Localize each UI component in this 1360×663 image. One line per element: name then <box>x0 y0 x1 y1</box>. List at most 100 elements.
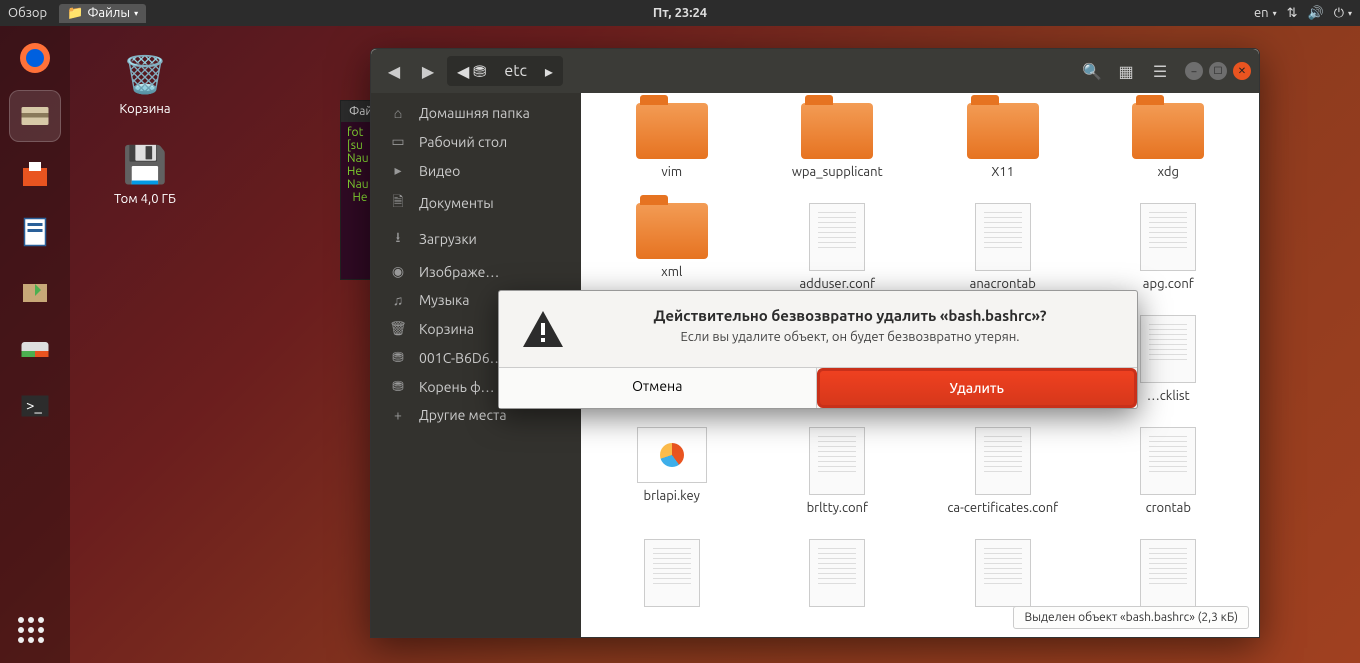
path-root-icon[interactable]: ◀ ⛃ <box>451 62 492 81</box>
file-item[interactable] <box>1092 539 1246 613</box>
files-app-menu[interactable]: 📁 Файлы ▾ <box>59 4 146 23</box>
input-source[interactable]: en▾ <box>1254 6 1277 20</box>
file-icon <box>975 203 1031 271</box>
sidebar-icon: ▸ <box>389 162 407 179</box>
sidebar-label: Изображе… <box>419 264 499 280</box>
file-item[interactable]: ca-certificates.conf <box>926 427 1080 515</box>
firefox-launcher[interactable] <box>9 32 61 84</box>
clock[interactable]: Пт, 23:24 <box>653 6 707 20</box>
folder-icon <box>1132 103 1204 159</box>
folder-icon: 📁 <box>67 6 83 21</box>
file-item[interactable]: adduser.conf <box>761 203 915 291</box>
software-launcher[interactable] <box>9 148 61 200</box>
sidebar-icon: 🗎 <box>389 191 407 215</box>
sidebar-icon: ⛃ <box>389 349 407 366</box>
sidebar-label: 001C-B6D6… <box>419 350 504 366</box>
sidebar-item-0[interactable]: ⌂Домашняя папка <box>371 99 581 127</box>
search-button[interactable]: 🔍 <box>1077 56 1107 86</box>
disks-launcher[interactable] <box>9 322 61 374</box>
sidebar-item-1[interactable]: ▭Рабочий стол <box>371 127 581 156</box>
chevron-right-icon: ▸ <box>539 62 559 81</box>
desktop-usb[interactable]: 💾 Том 4,0 ГБ <box>100 140 190 206</box>
volume-icon[interactable]: 🔊 <box>1308 6 1324 21</box>
desktop-trash[interactable]: 🗑️ Корзина <box>100 50 190 116</box>
file-item[interactable]: X11 <box>926 103 1080 179</box>
activities-button[interactable]: Обзор <box>8 6 47 20</box>
file-icon <box>975 427 1031 495</box>
sidebar-label: Рабочий стол <box>419 134 507 150</box>
file-item[interactable]: xdg <box>1092 103 1246 179</box>
view-toggle-button[interactable]: ▦ <box>1111 56 1141 86</box>
sidebar-item-4[interactable]: ⭳Загрузки <box>371 221 581 257</box>
file-item[interactable]: brltty.conf <box>761 427 915 515</box>
file-item[interactable]: xml <box>595 203 749 291</box>
dialog-title: Действительно безвозвратно удалить «bash… <box>583 307 1117 324</box>
package-launcher[interactable] <box>9 264 61 316</box>
file-item[interactable]: vim <box>595 103 749 179</box>
file-item[interactable] <box>595 539 749 613</box>
sidebar-label: Загрузки <box>419 231 477 247</box>
sidebar-label: Другие места <box>419 407 507 423</box>
maximize-button[interactable]: ☐ <box>1209 62 1227 80</box>
usb-label: Том 4,0 ГБ <box>100 192 190 206</box>
power-icon[interactable]: ⏻▾ <box>1334 6 1352 21</box>
sidebar-label: Музыка <box>419 292 469 308</box>
warning-icon <box>519 307 567 355</box>
sidebar-icon: ♫ <box>389 292 407 308</box>
presentation-icon <box>637 427 707 483</box>
cancel-button[interactable]: Отмена <box>499 368 817 408</box>
sidebar-item-2[interactable]: ▸ Видео <box>371 156 581 185</box>
sidebar-item-5[interactable]: ◉ Изображе… <box>371 257 581 286</box>
file-icon <box>1140 315 1196 383</box>
folder-icon <box>636 203 708 259</box>
writer-launcher[interactable] <box>9 206 61 258</box>
chevron-down-icon: ▾ <box>134 9 138 18</box>
terminal-launcher[interactable]: >_ <box>9 380 61 432</box>
file-label: anacrontab <box>926 277 1080 291</box>
file-label: vim <box>595 165 749 179</box>
file-item[interactable]: anacrontab <box>926 203 1080 291</box>
file-icon <box>809 203 865 271</box>
show-apps-button[interactable] <box>18 617 52 651</box>
file-item[interactable] <box>761 539 915 613</box>
file-label: xml <box>595 265 749 279</box>
trash-icon: 🗑️ <box>121 50 169 98</box>
path-bar[interactable]: ◀ ⛃ etc ▸ <box>447 56 563 86</box>
sidebar-label: Корзина <box>419 321 474 337</box>
hamburger-menu-button[interactable]: ☰ <box>1145 56 1175 86</box>
delete-button[interactable]: Удалить <box>819 370 1136 406</box>
minimize-button[interactable]: – <box>1185 62 1203 80</box>
file-label: brltty.conf <box>761 501 915 515</box>
sidebar-item-3[interactable]: 🗎Документы <box>371 185 581 221</box>
file-icon <box>1140 427 1196 495</box>
sidebar-icon: ⌂ <box>389 105 407 121</box>
file-item[interactable] <box>926 539 1080 613</box>
nav-forward-button[interactable]: ▶ <box>413 56 443 86</box>
files-launcher[interactable] <box>9 90 61 142</box>
sidebar-icon: + <box>389 407 407 423</box>
sidebar-icon: ◉ <box>389 263 407 280</box>
network-icon[interactable]: ⇅ <box>1287 6 1298 21</box>
file-label: crontab <box>1092 501 1246 515</box>
file-label: wpa_supplicant <box>761 165 915 179</box>
usb-icon: 💾 <box>121 140 169 188</box>
nav-back-button[interactable]: ◀ <box>379 56 409 86</box>
trash-label: Корзина <box>100 102 190 116</box>
top-panel: Обзор 📁 Файлы ▾ Пт, 23:24 en▾ ⇅ 🔊 ⏻▾ <box>0 0 1360 26</box>
folder-icon <box>636 103 708 159</box>
file-item[interactable]: apg.conf <box>1092 203 1246 291</box>
sidebar-label: Видео <box>419 163 460 179</box>
sidebar-label: Корень ф… <box>419 379 495 395</box>
file-label: ca-certificates.conf <box>926 501 1080 515</box>
file-item[interactable]: wpa_supplicant <box>761 103 915 179</box>
file-item[interactable]: brlapi.key <box>595 427 749 515</box>
file-label: adduser.conf <box>761 277 915 291</box>
file-item[interactable]: crontab <box>1092 427 1246 515</box>
file-icon <box>1140 539 1196 607</box>
sidebar-icon: 🗑 <box>389 320 407 337</box>
dock: >_ <box>0 26 70 663</box>
dialog-message: Если вы удалите объект, он будет безвозв… <box>583 330 1117 344</box>
status-bar: Выделен объект «bash.bashrc» (2,3 кБ) <box>1013 606 1249 629</box>
close-button[interactable]: ✕ <box>1233 62 1251 80</box>
path-segment[interactable]: etc <box>498 62 533 80</box>
